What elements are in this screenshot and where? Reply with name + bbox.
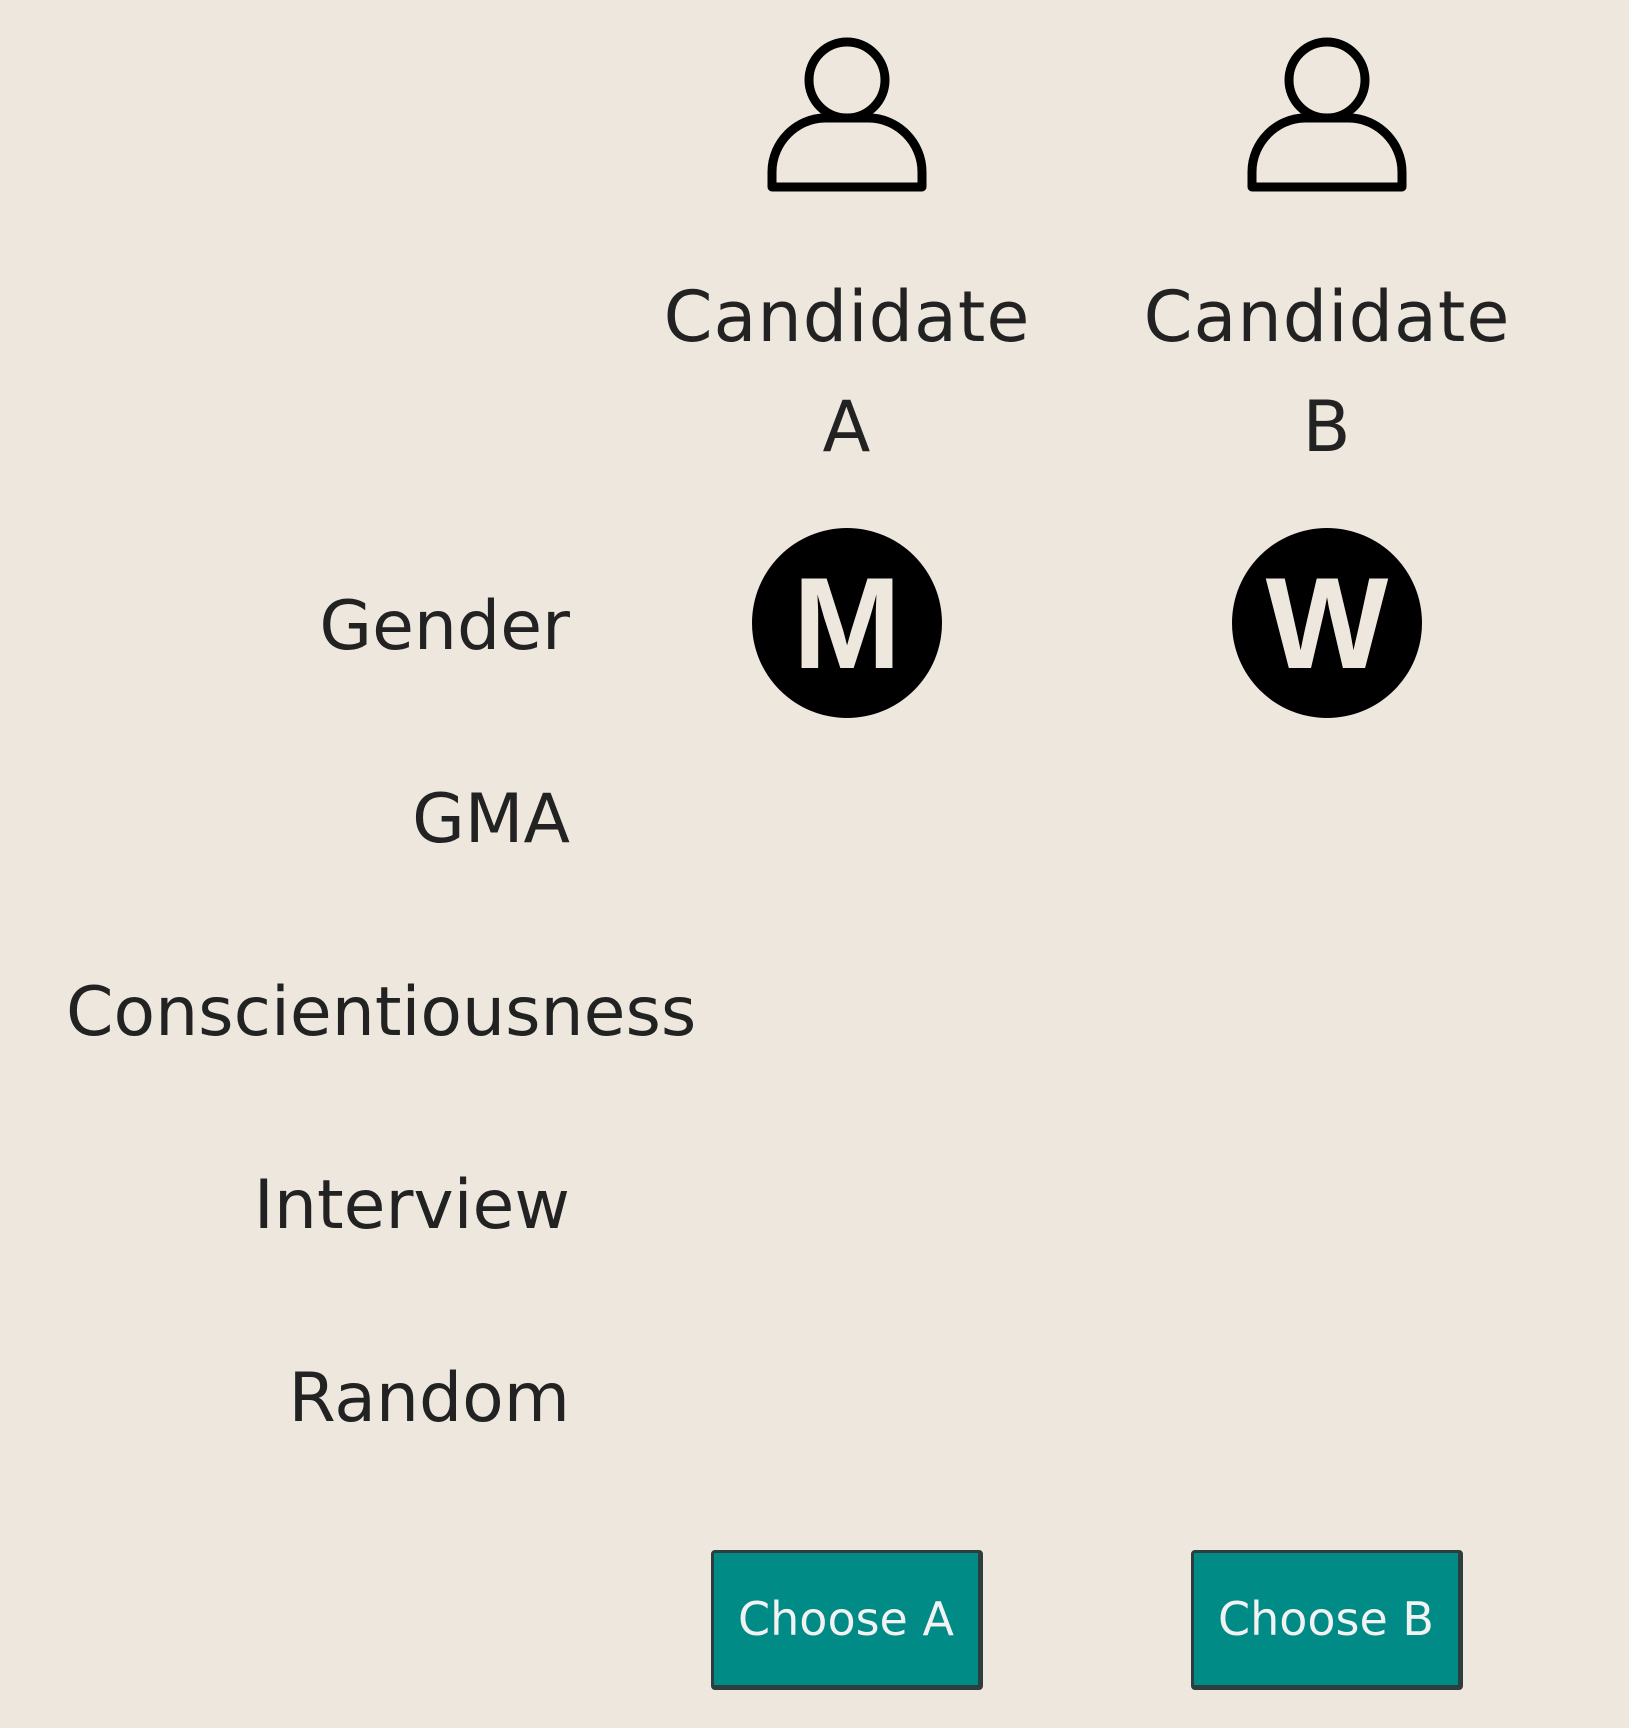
candidate-a-gender-letter: M — [792, 550, 902, 696]
candidate-b-name: Candidate B — [1087, 262, 1567, 482]
candidate-b-name-line2: B — [1302, 386, 1352, 468]
candidate-comparison: Gender GMA Conscientiousness Interview R… — [0, 0, 1629, 1728]
attribute-label-gma: GMA — [412, 780, 570, 859]
candidate-a-gender-badge: M — [752, 528, 942, 718]
attribute-label-conscientiousness: Conscientiousness — [66, 973, 697, 1052]
candidate-a-name-line2: A — [822, 386, 872, 468]
candidate-b-name-line1: Candidate — [1143, 276, 1511, 358]
candidate-b-gender-badge: W — [1232, 528, 1422, 718]
choose-b-button[interactable]: Choose B — [1191, 1550, 1463, 1690]
person-icon — [767, 37, 927, 192]
candidate-a-name-line1: Candidate — [663, 276, 1031, 358]
attribute-label-random: Random — [288, 1359, 570, 1438]
candidate-a-name: Candidate A — [607, 262, 1087, 482]
candidate-b-gender-letter: W — [1265, 550, 1389, 696]
attribute-label-gender: Gender — [319, 587, 570, 666]
attribute-label-interview: Interview — [253, 1166, 570, 1245]
person-icon — [1247, 37, 1407, 192]
choose-a-button[interactable]: Choose A — [711, 1550, 983, 1690]
